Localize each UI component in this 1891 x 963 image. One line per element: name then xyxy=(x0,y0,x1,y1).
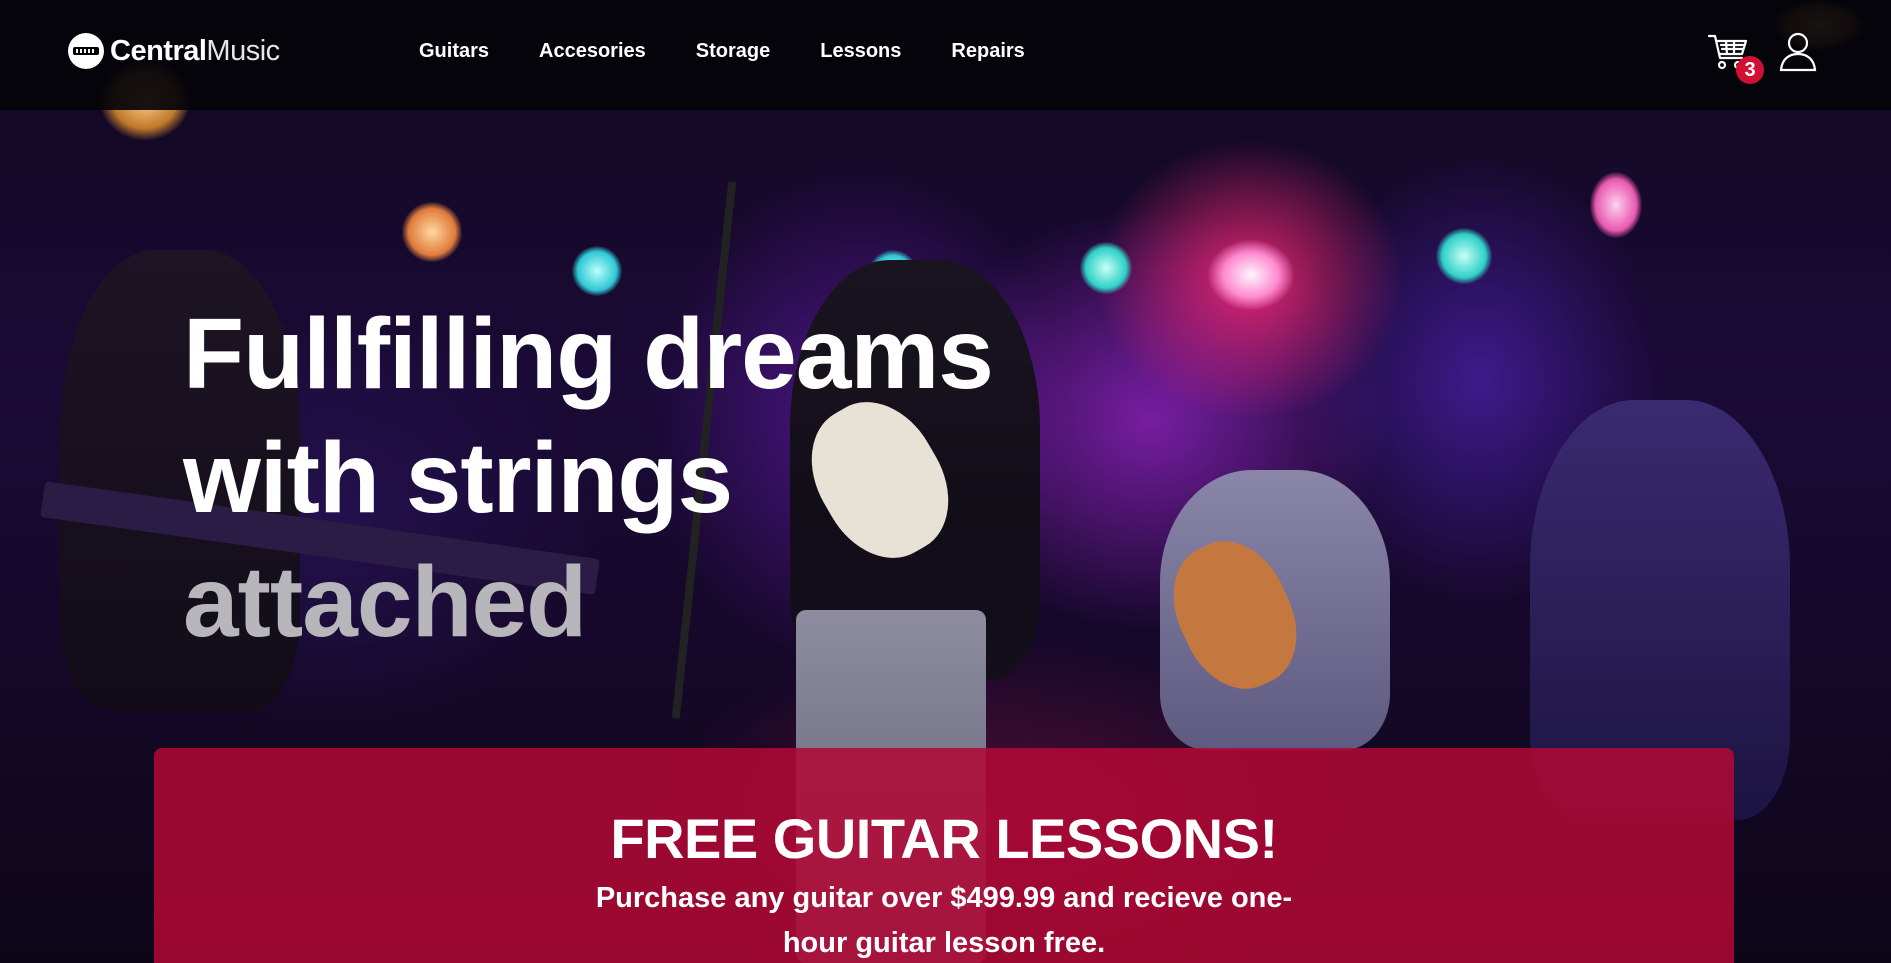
cart-button[interactable]: 3 xyxy=(1706,30,1764,84)
stage-light xyxy=(1590,172,1642,238)
promo-description: Purchase any guitar over $499.99 and rec… xyxy=(566,876,1322,963)
headline-line-3: attached xyxy=(183,546,587,658)
main-nav: Guitars Accesories Storage Lessons Repai… xyxy=(419,40,1075,63)
guitar-logo-icon xyxy=(68,33,104,69)
promo-body-line-2: hour guitar lesson free. xyxy=(782,927,1106,959)
nav-item-repairs[interactable]: Repairs xyxy=(951,40,1024,63)
promo-title: FREE GUITAR LESSONS! xyxy=(610,807,1278,870)
brand-name-light: Music xyxy=(206,34,280,67)
stage-light xyxy=(1080,242,1132,294)
top-navbar: Central Music Guitars Accesories Storage … xyxy=(0,0,1891,110)
promo-banner[interactable]: FREE GUITAR LESSONS! Purchase any guitar… xyxy=(154,748,1734,963)
stage-light xyxy=(572,246,622,296)
stage-light xyxy=(1208,240,1294,310)
promo-body-line-1: Purchase any guitar over $499.99 and rec… xyxy=(595,882,1293,914)
hero-headline: Fullfilling dreams with strings attached xyxy=(183,292,1083,664)
nav-item-accesories[interactable]: Accesories xyxy=(539,40,646,63)
headline-line-1: Fullfilling dreams xyxy=(183,298,994,410)
nav-item-lessons[interactable]: Lessons xyxy=(820,40,901,63)
stage-light xyxy=(402,202,462,262)
brand-name-bold: Central xyxy=(110,34,207,67)
brand-logo[interactable]: Central Music xyxy=(68,32,280,70)
cart-count-badge: 3 xyxy=(1736,56,1764,84)
stage-light xyxy=(1436,228,1492,284)
headline-line-2: with strings xyxy=(183,422,733,534)
nav-item-guitars[interactable]: Guitars xyxy=(419,40,489,63)
account-button[interactable] xyxy=(1778,30,1818,74)
user-icon xyxy=(1779,32,1817,72)
nav-item-storage[interactable]: Storage xyxy=(696,40,770,63)
